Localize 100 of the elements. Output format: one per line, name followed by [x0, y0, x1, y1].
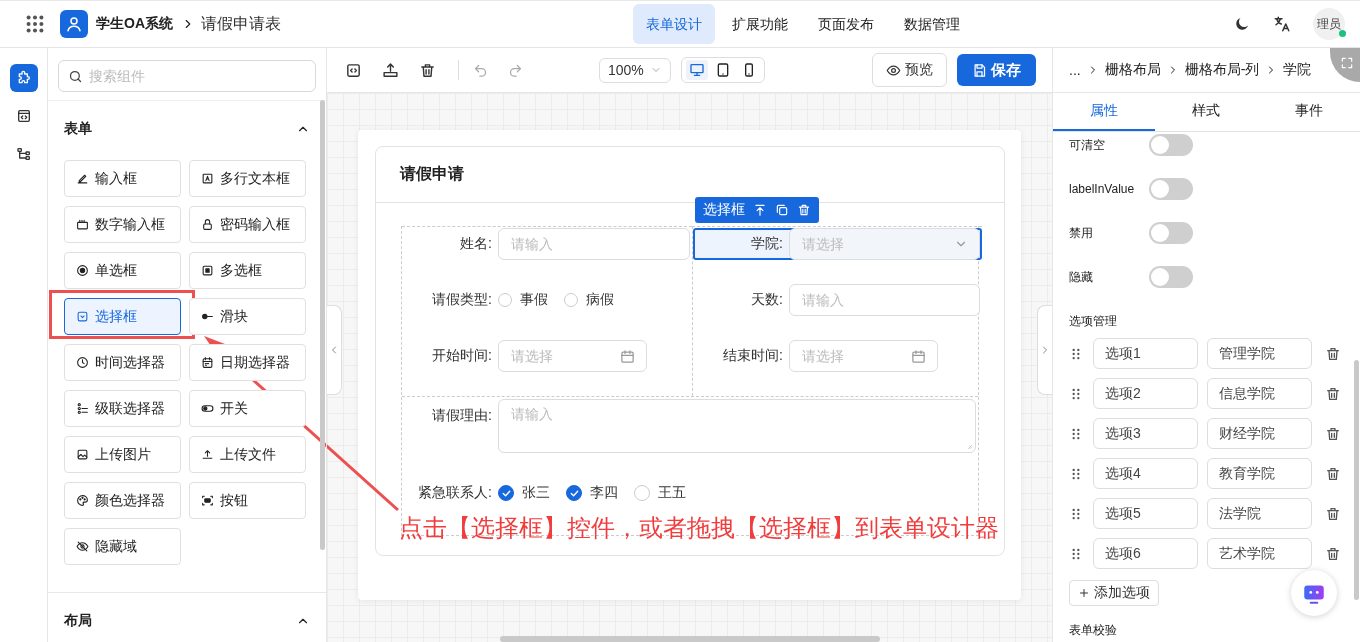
cascade-icon	[76, 402, 89, 415]
option-value-field[interactable]: 教育学院	[1207, 458, 1312, 489]
trash-icon[interactable]	[1325, 545, 1341, 562]
toggle-switch[interactable]	[1149, 134, 1193, 156]
breadcrumb-item[interactable]: ...	[1069, 62, 1081, 78]
date-field[interactable]: 请选择	[789, 340, 938, 372]
trash-icon[interactable]	[1325, 425, 1341, 442]
toggle-switch[interactable]	[1149, 178, 1193, 200]
toggle-switch[interactable]	[1149, 266, 1193, 288]
component-item[interactable]: 开关	[189, 390, 306, 427]
app-name[interactable]: 学生OA系统	[96, 15, 173, 33]
option-value-field[interactable]: 信息学院	[1207, 378, 1312, 409]
component-item[interactable]: 滑块	[189, 298, 306, 335]
option-value-field[interactable]: 艺术学院	[1207, 538, 1312, 569]
checkbox[interactable]	[498, 485, 514, 501]
component-item[interactable]: 密码输入框	[189, 206, 306, 243]
button-icon	[201, 494, 214, 507]
option-value-field[interactable]: 法学院	[1207, 498, 1312, 529]
radio-button[interactable]	[498, 293, 512, 307]
trash-icon[interactable]	[1325, 505, 1341, 522]
component-item[interactable]: 数字输入框	[64, 206, 181, 243]
panel-tab[interactable]: 事件	[1257, 93, 1360, 131]
moon-icon[interactable]	[1233, 15, 1251, 33]
nav-tab[interactable]: 数据管理	[891, 4, 973, 44]
component-item[interactable]: 选择框	[64, 298, 181, 335]
component-item[interactable]: 颜色选择器	[64, 482, 181, 519]
component-item[interactable]: 上传图片	[64, 436, 181, 473]
trash-icon[interactable]	[1325, 345, 1341, 362]
copy-icon[interactable]	[775, 203, 789, 217]
collapse-handle[interactable]	[327, 305, 342, 395]
option-key-field[interactable]: 选项1	[1093, 338, 1198, 369]
zoom-select[interactable]: 100%	[599, 57, 671, 83]
form-item[interactable]: 开始时间: 请选择	[402, 340, 692, 372]
panel-tab[interactable]: 属性	[1053, 93, 1156, 131]
component-item[interactable]: 输入框	[64, 160, 181, 197]
form-item[interactable]: 请假类型: 事假 病假	[402, 284, 692, 316]
component-item[interactable]: 日期选择器	[189, 344, 306, 381]
option-value-field[interactable]: 财经学院	[1207, 418, 1312, 449]
checkbox[interactable]	[566, 485, 582, 501]
checkbox-option[interactable]: 王五	[634, 484, 686, 502]
scrollbar[interactable]	[1354, 360, 1359, 600]
apps-icon[interactable]	[24, 13, 46, 35]
trash-icon[interactable]	[419, 61, 436, 79]
add-option-button[interactable]: 添加选项	[1069, 580, 1159, 606]
collapse-handle[interactable]	[1037, 305, 1052, 395]
calendar-icon	[201, 356, 214, 369]
component-item[interactable]: 隐藏域	[64, 528, 181, 565]
search-field[interactable]: 搜索组件	[58, 60, 316, 92]
checkbox-option[interactable]: 张三	[498, 484, 550, 502]
checkbox-option[interactable]: 李四	[566, 484, 618, 502]
text-field[interactable]: 请输入	[498, 228, 690, 260]
scrollbar[interactable]	[320, 100, 325, 550]
nav-tab[interactable]: 扩展功能	[719, 4, 801, 44]
nav-tab[interactable]: 页面发布	[805, 4, 887, 44]
select-field[interactable]: 请选择	[789, 228, 980, 260]
form-item[interactable]: 姓名: 请输入	[402, 228, 692, 260]
radio-option[interactable]: 病假	[564, 291, 614, 309]
user-avatar[interactable]: 理员	[1313, 8, 1345, 40]
breadcrumb-item[interactable]: 栅格布局	[1104, 61, 1161, 79]
component-item[interactable]: 上传文件	[189, 436, 306, 473]
textarea-field[interactable]: 请输入	[498, 399, 976, 453]
option-key-field[interactable]: 选项6	[1093, 538, 1198, 569]
upload-icon	[201, 448, 214, 461]
assistant-button[interactable]	[1291, 570, 1337, 616]
component-item[interactable]: 多选框	[189, 252, 306, 289]
translate-icon[interactable]	[1273, 15, 1291, 33]
save-button[interactable]: 保存	[957, 54, 1036, 86]
field-label: 开始时间:	[431, 347, 493, 365]
option-key-field[interactable]: 选项2	[1093, 378, 1198, 409]
form-item[interactable]: 天数: 请输入	[693, 284, 982, 316]
preview-button[interactable]: 预览	[872, 53, 947, 87]
code-icon[interactable]	[345, 61, 362, 79]
radio-icon	[76, 264, 89, 277]
date-field[interactable]: 请选择	[498, 340, 647, 372]
panel-tab[interactable]: 样式	[1155, 93, 1258, 131]
radio-option[interactable]: 事假	[498, 291, 548, 309]
scrollbar[interactable]	[500, 636, 880, 642]
option-value-field[interactable]: 管理学院	[1207, 338, 1312, 369]
option-key-field[interactable]: 选项4	[1093, 458, 1198, 489]
component-item[interactable]: 多行文本框	[189, 160, 306, 197]
form-item[interactable]: 请假理由: 请输入	[402, 397, 978, 451]
form-item[interactable]: 紧急联系人: 张三 李四 王五	[402, 477, 978, 509]
move-up-icon[interactable]	[753, 203, 767, 217]
trash-icon[interactable]	[1325, 385, 1341, 402]
option-key-field[interactable]: 选项3	[1093, 418, 1198, 449]
lock-icon	[201, 218, 214, 231]
component-item[interactable]: 时间选择器	[64, 344, 181, 381]
option-key-field[interactable]: 选项5	[1093, 498, 1198, 529]
component-item[interactable]: 单选框	[64, 252, 181, 289]
text-field[interactable]: 请输入	[789, 284, 980, 316]
breadcrumb-item[interactable]: 栅格布局-列	[1184, 61, 1260, 79]
form-item[interactable]: 结束时间: 请选择	[693, 340, 982, 372]
trash-icon[interactable]	[1325, 465, 1341, 482]
radio-button[interactable]	[564, 293, 578, 307]
export-icon[interactable]	[382, 61, 399, 79]
breadcrumb-item[interactable]: 学院	[1283, 61, 1312, 79]
nav-tab[interactable]: 表单设计	[633, 4, 715, 44]
toggle-switch[interactable]	[1149, 222, 1193, 244]
component-item[interactable]: 级联选择器	[64, 390, 181, 427]
component-item[interactable]: 按钮	[189, 482, 306, 519]
